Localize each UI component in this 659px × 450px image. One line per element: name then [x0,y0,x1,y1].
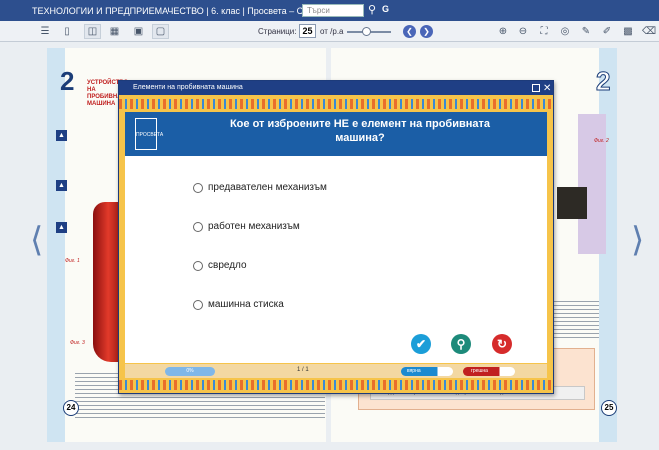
answer-option[interactable]: машинна стиска [193,299,284,310]
figure-label: Фиг. 1 [65,258,80,264]
google-icon[interactable]: G [382,4,389,14]
zoom-in-icon[interactable]: ⊕ [496,24,510,39]
search-input[interactable]: Търси [302,4,364,17]
window-title: ТЕХНОЛОГИИ И ПРЕДПРИЕМАЧЕСТВО | 6. клас … [32,5,326,16]
question-counter: 1 / 1 [297,367,309,373]
pen-icon[interactable]: ✎ [579,24,593,39]
answer-text: машинна стиска [208,299,284,310]
left-chapter-number: 2 [60,66,75,96]
page-label: Страници: [258,27,297,36]
double-page-icon[interactable]: ◫ [84,24,101,39]
radio-button[interactable] [193,260,203,271]
resource-icon[interactable]: ▲ [56,222,67,233]
answer-text: предавателен механизъм [208,182,327,193]
left-page-number: 24 [63,400,79,416]
fit-page-icon[interactable]: ⛶ [537,24,551,39]
prev-page-button[interactable]: ❮ [403,25,416,38]
right-figure-label: Фиг. 2 [594,138,609,144]
page-of-label: от /р.а [320,27,344,36]
resource-icon[interactable]: ▲ [56,130,67,141]
window-titlebar: ТЕХНОЛОГИИ И ПРЕДПРИЕМАЧЕСТВО | 6. клас … [0,0,659,21]
answer-option[interactable]: работен механизъм [193,221,300,232]
single-page-icon[interactable]: ▯ [60,24,74,39]
close-icon[interactable]: ✕ [543,82,551,96]
gallery-icon[interactable]: ▣ [130,24,147,39]
eraser-icon[interactable]: ⌫ [642,24,656,39]
next-page-button[interactable]: ❯ [420,25,433,38]
thumbnails-icon[interactable]: ▦ [106,24,123,39]
view-icon[interactable]: ◎ [558,24,572,39]
right-chapter-number: 2 [595,66,611,97]
right-page-purple-panel [578,114,606,254]
search-icon[interactable]: ⚲ [368,3,376,16]
zoom-out-icon[interactable]: ⊖ [516,24,530,39]
dialog-titlebar: Елементи на пробивната машина ✕ [119,81,553,95]
minimize-icon[interactable] [532,84,540,92]
question-panel: ПРОСВЕТА Кое от изброените НЕ е елемент … [125,112,547,156]
radio-button[interactable] [193,299,203,310]
radio-button[interactable] [193,221,203,232]
wrong-answers-bar: грешна [463,367,515,376]
figure-label: Фиг. 3 [70,340,85,346]
menu-icon[interactable]: ☰ [38,24,52,39]
quiz-dialog: Елементи на пробивната машина ✕ ПРОСВЕТА… [118,80,554,394]
correct-answers-bar: вярна [401,367,453,376]
hint-key-button[interactable]: ⚲ [451,334,471,354]
decor-stripes [119,99,553,109]
toolbar: ☰ ▯ ◫ ▦ ▣ ▢ Страници: 25 от /р.а ❮ ❯ ⊕ ⊖… [0,21,659,42]
prev-page-arrow-icon[interactable]: ⟨ [30,220,43,260]
answer-option[interactable]: предавателен механизъм [193,182,327,193]
answer-option[interactable]: свредло [193,260,247,271]
dialog-title: Елементи на пробивната машина [133,84,243,91]
check-answer-button[interactable]: ✔ [411,334,431,354]
answer-text: свредло [208,260,247,271]
save-icon[interactable]: ▩ [621,24,635,39]
reset-button[interactable]: ↻ [492,334,512,354]
page-number-input[interactable]: 25 [299,24,316,38]
next-page-arrow-icon[interactable]: ⟩ [631,220,644,260]
answer-text: работен механизъм [208,221,300,232]
fullscreen-icon[interactable]: ▢ [152,24,169,39]
question-text: Кое от изброените НЕ е елемент на пробив… [229,118,491,144]
right-page-number: 25 [601,400,617,416]
progress-bar: 0% [165,367,215,376]
radio-button[interactable] [193,182,203,193]
quiz-footer: 0% 1 / 1 вярна грешна [125,364,547,378]
highlighter-icon[interactable]: ✐ [600,24,614,39]
left-page-heading: УСТРОЙСТВО НА ПРОБИВНАТА МАШИНА [87,80,129,107]
resource-icon[interactable]: ▲ [56,180,67,191]
publisher-logo: ПРОСВЕТА [135,118,163,150]
right-page-image [557,187,587,219]
zoom-slider-handle[interactable] [362,27,371,36]
decor-stripes [119,380,553,390]
answers-panel: предавателен механизъм работен механизъм… [125,156,547,363]
